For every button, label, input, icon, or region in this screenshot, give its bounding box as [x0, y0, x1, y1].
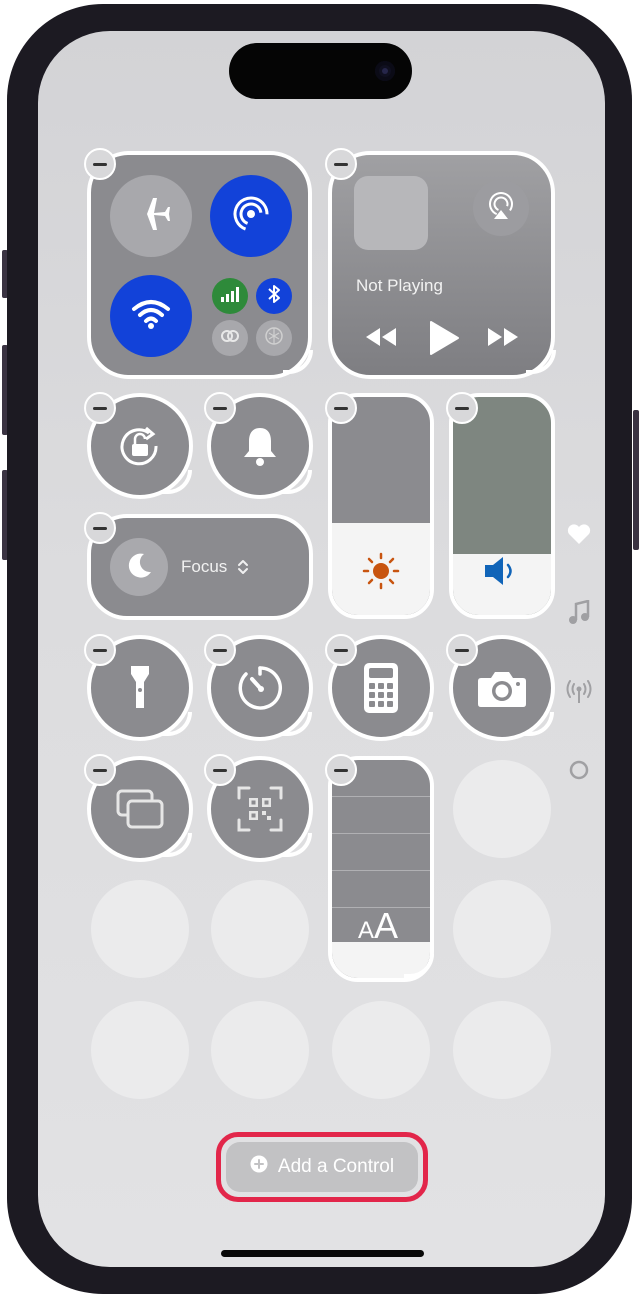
text-size-label-small: A: [358, 917, 375, 944]
text-size-step-3: [332, 870, 430, 871]
satellite-icon: [263, 325, 285, 352]
rewind-icon[interactable]: [364, 326, 398, 353]
airplay-button[interactable]: [473, 180, 529, 236]
qr-code-icon: [237, 786, 283, 837]
bluetooth-icon: [267, 284, 281, 309]
home-indicator[interactable]: [221, 1250, 424, 1257]
airplane-mode-toggle[interactable]: [110, 175, 192, 257]
text-size-label-large: A: [374, 905, 399, 946]
screen-mirroring-icon: [115, 788, 165, 835]
sun-icon: [362, 552, 400, 595]
text-size-step-2: [332, 833, 430, 834]
bell-icon: [241, 424, 279, 473]
cellular-toggle[interactable]: [212, 278, 248, 314]
moon-icon: [124, 550, 154, 585]
empty-slot[interactable]: [453, 880, 551, 978]
personal-hotspot-toggle[interactable]: [212, 320, 248, 356]
album-artwork: [354, 176, 428, 250]
timer-icon: [235, 664, 285, 717]
empty-slot[interactable]: [453, 1001, 551, 1099]
plus-circle-icon: [250, 1155, 268, 1179]
orientation-lock-icon: [116, 424, 166, 475]
empty-slot[interactable]: [332, 1001, 430, 1099]
flashlight-icon: [128, 662, 152, 717]
empty-slot[interactable]: [91, 880, 189, 978]
remove-silent-mode-button[interactable]: [204, 392, 236, 424]
antenna-icon[interactable]: [565, 678, 593, 706]
remove-now-playing-button[interactable]: [325, 148, 357, 180]
circle-icon[interactable]: [565, 756, 593, 784]
add-control-button[interactable]: Add a Control: [226, 1142, 418, 1192]
remove-camera-button[interactable]: [446, 634, 478, 666]
chevron-updown-icon: [237, 558, 249, 581]
wifi-icon: [131, 297, 171, 336]
wifi-toggle[interactable]: [110, 275, 192, 357]
text-size-step-1: [332, 796, 430, 797]
remove-focus-button[interactable]: [84, 512, 116, 544]
add-control-label: Add a Control: [277, 1156, 395, 1177]
text-size-label: AA: [358, 908, 398, 944]
remove-flashlight-button[interactable]: [84, 634, 116, 666]
now-playing-status: Not Playing: [356, 276, 443, 295]
front-camera: [375, 61, 395, 81]
text-size-slider[interactable]: [328, 756, 434, 982]
airplay-icon: [486, 191, 516, 226]
camera-icon: [477, 670, 527, 713]
remove-timer-button[interactable]: [204, 634, 236, 666]
empty-slot[interactable]: [211, 880, 309, 978]
heart-icon[interactable]: [565, 520, 593, 548]
empty-slot[interactable]: [211, 1001, 309, 1099]
calculator-icon: [363, 662, 399, 719]
airdrop-toggle[interactable]: [210, 175, 292, 257]
speaker-icon: [483, 554, 523, 593]
fast-forward-icon[interactable]: [486, 326, 520, 353]
text-size-label-data: AA: [0, 0, 1, 1]
power-button: [633, 410, 639, 550]
cellular-icon: [220, 286, 240, 307]
remove-screen-mirroring-button[interactable]: [84, 754, 116, 786]
remove-text-size-button[interactable]: [325, 754, 357, 786]
link-icon: [220, 328, 240, 349]
remove-calculator-button[interactable]: [325, 634, 357, 666]
dynamic-island: [229, 43, 412, 99]
airplane-icon: [131, 194, 171, 239]
music-note-icon[interactable]: [565, 599, 593, 627]
empty-slot[interactable]: [91, 1001, 189, 1099]
empty-slot[interactable]: [453, 760, 551, 858]
bluetooth-toggle[interactable]: [256, 278, 292, 314]
remove-code-scanner-button[interactable]: [204, 754, 236, 786]
play-icon[interactable]: [428, 320, 460, 361]
airdrop-icon: [231, 194, 271, 239]
focus-moon-circle: [110, 538, 168, 596]
remove-brightness-button[interactable]: [325, 392, 357, 424]
remove-orientation-lock-button[interactable]: [84, 392, 116, 424]
remove-volume-button[interactable]: [446, 392, 478, 424]
focus-label: Focus: [181, 557, 228, 576]
remove-connectivity-button[interactable]: [84, 148, 116, 180]
